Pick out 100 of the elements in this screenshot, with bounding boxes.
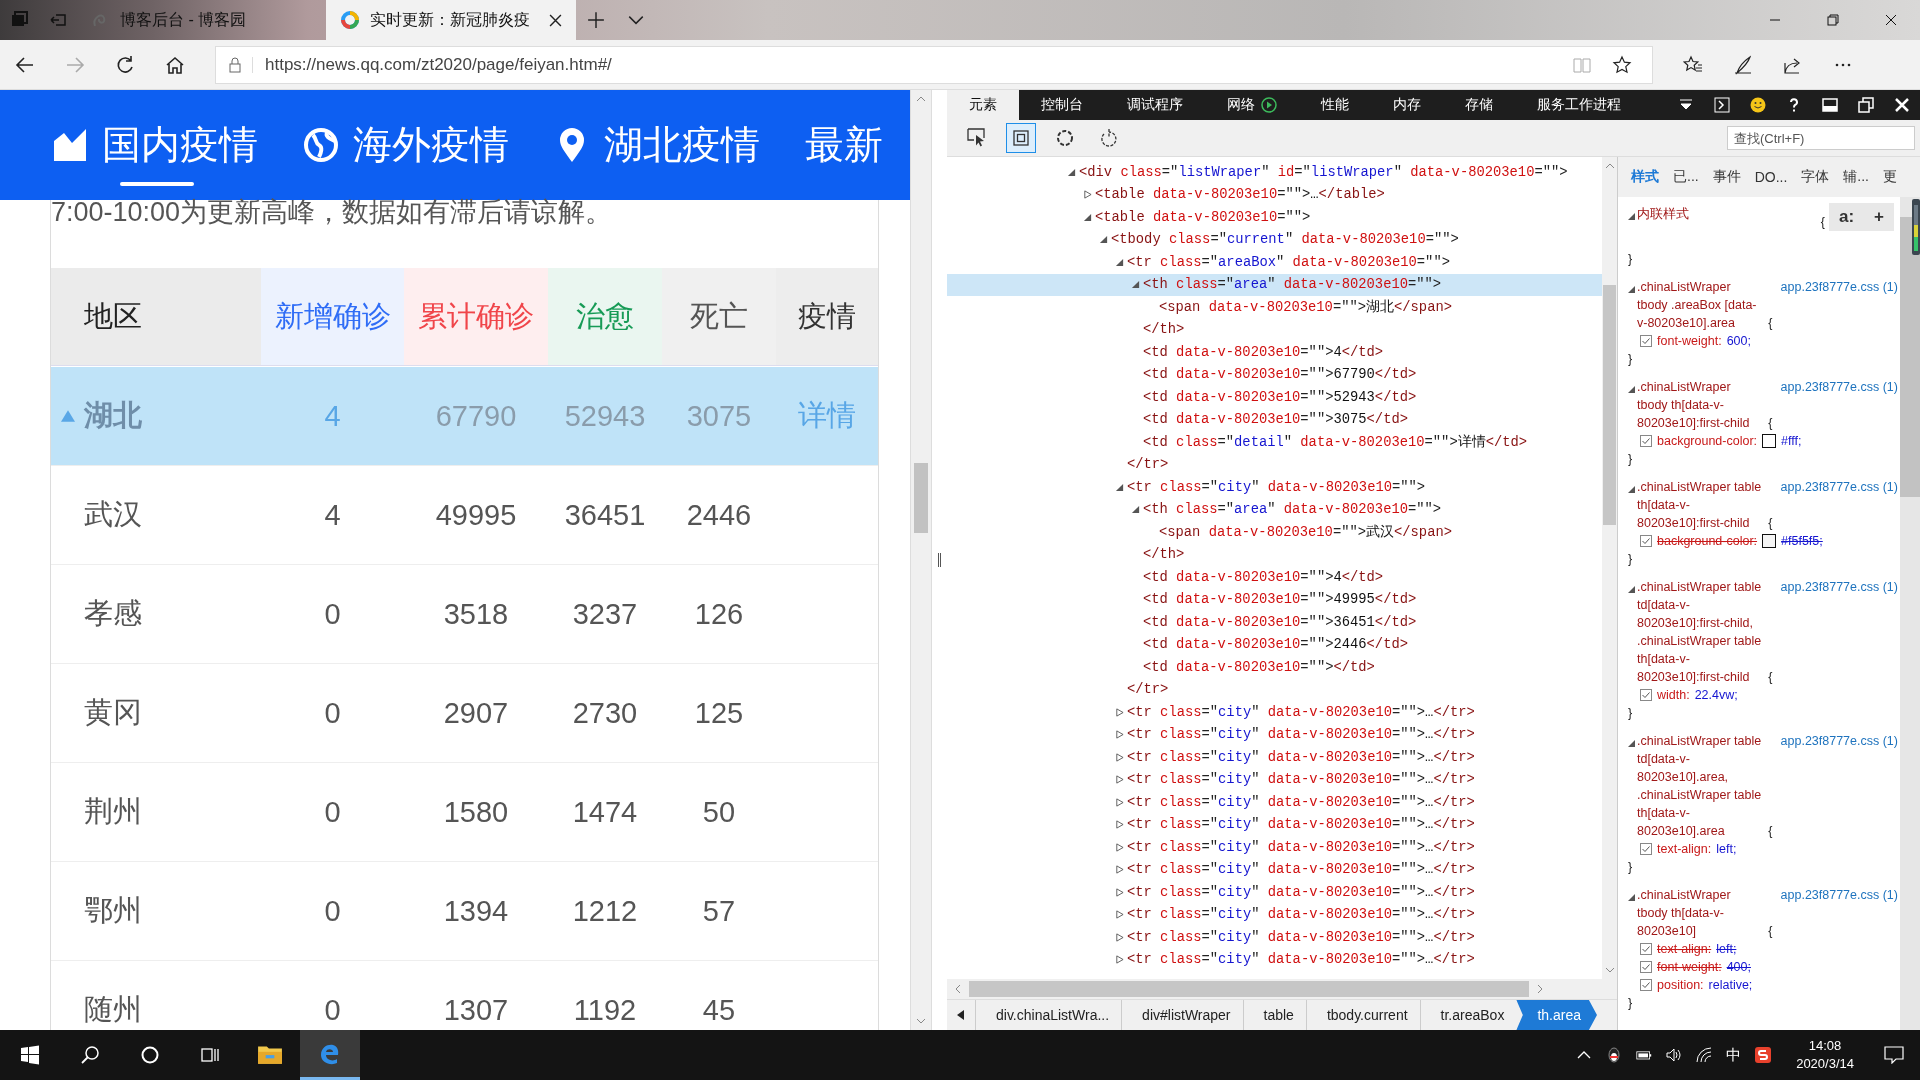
scroll-thumb[interactable] [914, 463, 928, 533]
dom-tree-row[interactable]: </tr> [947, 453, 1602, 476]
pen-icon[interactable] [1733, 54, 1753, 75]
dom-tree-row[interactable]: <tr class="city" data-v-80203e10="">…</tr> [947, 746, 1602, 769]
styles-tab[interactable]: 辅... [1840, 168, 1872, 186]
browser-tab[interactable]: 博客后台 - 博客园 [76, 0, 326, 40]
expanded-triangle-icon[interactable] [1083, 212, 1092, 222]
scroll-down-icon[interactable] [916, 1018, 926, 1024]
collapsed-triangle-icon[interactable] [1115, 797, 1124, 807]
dom-tree-row[interactable]: </th> [947, 543, 1602, 566]
expanded-triangle-icon[interactable] [1131, 280, 1140, 290]
taskbar-app[interactable] [300, 1030, 360, 1080]
expanded-triangle-icon[interactable] [1131, 505, 1140, 515]
refresh-icon[interactable] [115, 54, 135, 75]
new-tab-icon[interactable] [587, 11, 605, 29]
checkbox[interactable] [1640, 535, 1652, 547]
wifi-icon[interactable] [1696, 1047, 1713, 1063]
color-swatch[interactable] [1762, 434, 1777, 448]
dom-tree-row[interactable]: <th class="area" data-v-80203e10=""> [947, 498, 1602, 521]
styles-tab[interactable]: 已... [1670, 168, 1702, 186]
scroll-left-icon[interactable] [957, 1010, 965, 1020]
collapsed-triangle-icon[interactable] [1115, 730, 1124, 740]
region-tab[interactable]: 海外疫情 [303, 90, 509, 200]
styles-tab[interactable]: DO... [1751, 169, 1791, 185]
back-icon[interactable] [15, 54, 35, 75]
checkbox[interactable] [1640, 943, 1652, 955]
input-method-indicator[interactable]: 中 [1726, 1045, 1742, 1065]
dom-tree-row[interactable]: <td data-v-80203e10="">2446</td> [947, 633, 1602, 656]
collapsed-triangle-icon[interactable] [1115, 865, 1124, 875]
styles-tab[interactable]: 样式 [1628, 168, 1662, 186]
source-link[interactable]: app.23f8777e.css (1) [1780, 886, 1898, 904]
notification-icon[interactable] [1884, 1046, 1904, 1064]
scroll-right-icon[interactable] [1537, 984, 1543, 994]
expanded-triangle-icon[interactable] [1628, 386, 1635, 393]
dom-tree-row[interactable]: <td data-v-80203e10="">36451</td> [947, 611, 1602, 634]
styles-tab[interactable]: 更 [1880, 168, 1900, 186]
collapsed-triangle-icon[interactable] [1115, 955, 1124, 965]
dom-tree-row[interactable]: <tr class="city" data-v-80203e10="">…</tr> [947, 791, 1602, 814]
search-field[interactable]: 查找(Ctrl+F) [1727, 126, 1915, 150]
dom-tree-row[interactable]: <tr class="city" data-v-80203e10="">…</tr> [947, 858, 1602, 881]
dom-tree-row[interactable]: <td class="detail" data-v-80203e10="">详情</td> [947, 431, 1602, 454]
dom-tree-row[interactable]: <tr class="city" data-v-80203e10="">…</tr> [947, 881, 1602, 904]
dom-tree-row[interactable]: <th class="area" data-v-80203e10=""> [947, 273, 1602, 296]
expanded-triangle-icon[interactable] [1099, 235, 1108, 245]
undock-icon[interactable] [1858, 97, 1874, 113]
collapsed-triangle-icon[interactable] [1115, 887, 1124, 897]
devtools-tab[interactable]: 性能 [1299, 90, 1371, 120]
collapsed-triangle-icon[interactable] [1115, 842, 1124, 852]
star-icon[interactable] [1612, 54, 1632, 75]
penguin-icon[interactable] [1606, 1047, 1623, 1063]
s-logo-icon[interactable] [1755, 1047, 1772, 1063]
checkbox[interactable] [1640, 843, 1652, 855]
dom-tree-row[interactable]: <tr class="city" data-v-80203e10="">…</tr> [947, 813, 1602, 836]
scroll-up-icon[interactable] [916, 96, 926, 102]
devtools-tab[interactable]: 服务工作进程 [1515, 90, 1643, 120]
dom-tree-row[interactable]: <table data-v-80203e10="">…</table> [947, 183, 1602, 206]
expanded-triangle-icon[interactable] [1115, 257, 1124, 267]
dock-bottom-icon[interactable] [1822, 97, 1838, 113]
dom-tree-row[interactable]: <div class="listWraper" id="listWraper" data-v-80203e10=""> [947, 161, 1602, 184]
dom-tree-row[interactable]: <td data-v-80203e10="">4</td> [947, 341, 1602, 364]
scroll-thumb[interactable] [969, 981, 1529, 997]
expanded-triangle-icon[interactable] [1067, 167, 1076, 177]
source-link[interactable]: app.23f8777e.css (1) [1780, 278, 1898, 296]
dom-tree-row[interactable]: <tr class="city" data-v-80203e10=""> [947, 476, 1602, 499]
devtools-tab[interactable]: 调试程序 [1105, 90, 1205, 120]
dom-tree-row[interactable]: <td data-v-80203e10="">67790</td> [947, 363, 1602, 386]
collapsed-triangle-icon[interactable] [1115, 932, 1124, 942]
home-icon[interactable] [165, 54, 185, 75]
collapsed-triangle-icon[interactable] [1115, 775, 1124, 785]
expanded-triangle-icon[interactable] [1628, 286, 1635, 293]
clock[interactable]: 14:08 2020/3/14 [1796, 1037, 1854, 1073]
expanded-triangle-icon[interactable] [1628, 486, 1635, 493]
expanded-triangle-icon[interactable] [1628, 586, 1635, 593]
dom-tree-row[interactable]: <span data-v-80203e10="">武汉</span> [947, 521, 1602, 544]
checkbox[interactable] [1640, 435, 1652, 447]
devtools-tab[interactable]: 控制台 [1019, 90, 1105, 120]
smiley-icon[interactable] [1750, 97, 1766, 113]
devtools-tab[interactable]: 元素 [947, 90, 1019, 120]
checkbox[interactable] [1640, 979, 1652, 991]
breadcrumb[interactable]: th.area [1516, 1000, 1597, 1030]
dom-tree-row[interactable]: <tr class="city" data-v-80203e10="">…</tr> [947, 768, 1602, 791]
dom-tree-row[interactable]: <tr class="city" data-v-80203e10="">…</tr> [947, 836, 1602, 859]
close-icon[interactable] [549, 13, 562, 27]
expanded-triangle-icon[interactable] [1628, 213, 1635, 220]
checkbox[interactable] [1640, 689, 1652, 701]
dom-tree-row[interactable]: <td data-v-80203e10=""></td> [947, 656, 1602, 679]
splitter-handle[interactable] [938, 553, 941, 567]
checkbox[interactable] [1640, 335, 1652, 347]
scroll-thumb[interactable] [1900, 217, 1920, 497]
dom-tree-row[interactable]: </tr> [947, 678, 1602, 701]
collapsed-triangle-icon[interactable] [1115, 707, 1124, 717]
expanded-triangle-icon[interactable] [1115, 482, 1124, 492]
collapsed-triangle-icon[interactable] [1115, 752, 1124, 762]
dom-tree-row[interactable]: <tr class="city" data-v-80203e10="">…</tr> [947, 903, 1602, 926]
styles-tab[interactable]: 事件 [1709, 168, 1744, 186]
styles-tab[interactable]: 字体 [1798, 168, 1833, 186]
dom-tree-row[interactable]: <tr class="city" data-v-80203e10="">…</tr> [947, 926, 1602, 949]
scroll-down-icon[interactable] [1604, 967, 1615, 973]
dom-tree-row[interactable]: <td data-v-80203e10="">49995</td> [947, 588, 1602, 611]
dom-tree-row[interactable]: <tbody class="current" data-v-80203e10=""> [947, 228, 1602, 251]
